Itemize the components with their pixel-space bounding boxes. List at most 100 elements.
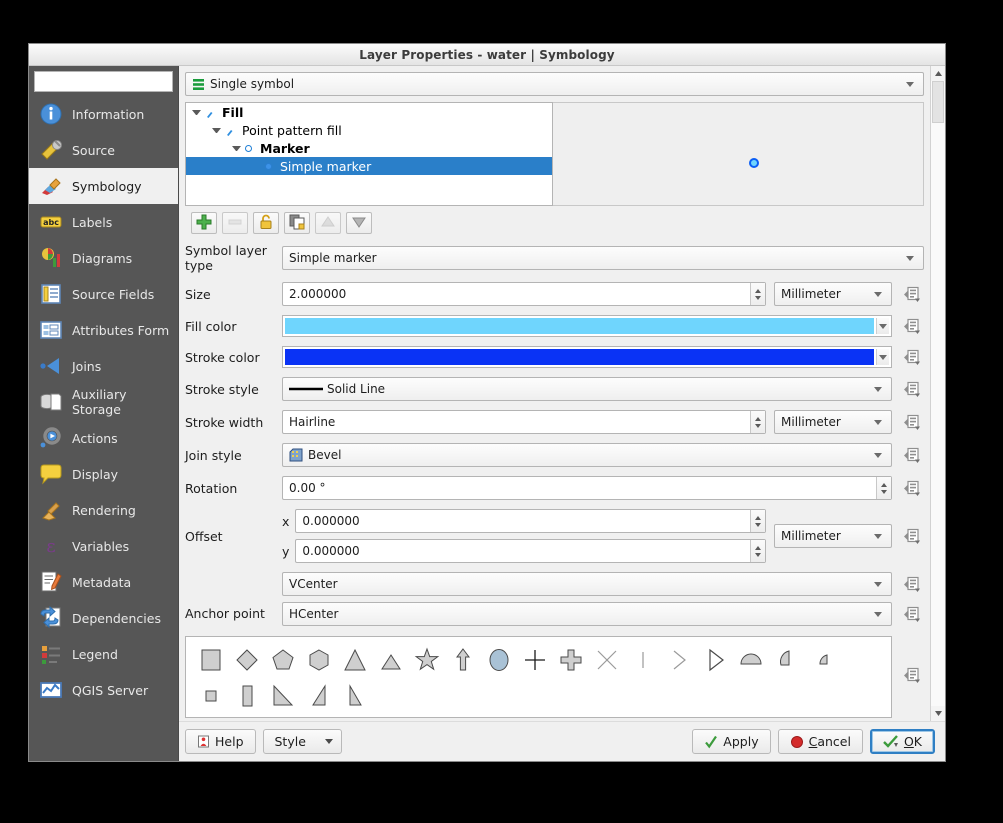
marker-shape-left-half-triangle[interactable] xyxy=(301,679,337,715)
symbol-tree-node[interactable]: Simple marker xyxy=(186,157,552,175)
vertical-scrollbar[interactable] xyxy=(930,66,945,721)
marker-shape-square[interactable] xyxy=(193,643,229,679)
marker-shape-half-square[interactable] xyxy=(733,643,769,679)
cancel-label: Cancel xyxy=(809,734,851,749)
sidebar-item-attributes-form[interactable]: Attributes Form xyxy=(29,312,178,348)
renderer-type-combo[interactable]: Single symbol xyxy=(185,72,924,96)
marker-shape-third-circle[interactable] xyxy=(805,643,841,679)
search-box[interactable] xyxy=(34,71,173,92)
marker-shape-pentagon[interactable] xyxy=(265,643,301,679)
marker-shape-quarter-circle[interactable] xyxy=(769,643,805,679)
offset-y-input[interactable]: 0.000000 xyxy=(295,539,766,563)
symbol-tree-node[interactable]: Point pattern fill xyxy=(186,121,552,139)
marker-shape-palette[interactable] xyxy=(185,636,892,718)
symbol-layer-type-combo[interactable]: Simple marker xyxy=(282,246,924,270)
sidebar-item-source[interactable]: Source xyxy=(29,132,178,168)
sidebar-item-variables[interactable]: εVariables xyxy=(29,528,178,564)
marker-shape-cross-fill[interactable] xyxy=(553,643,589,679)
sidebar-item-qgis-server[interactable]: QGIS Server xyxy=(29,672,178,708)
stroke-width-stepper[interactable] xyxy=(750,411,765,433)
sidebar-item-symbology[interactable]: Symbology xyxy=(29,168,178,204)
stroke-style-override-button[interactable] xyxy=(900,378,924,400)
fill-color-button[interactable] xyxy=(282,315,892,337)
scrollbar-thumb[interactable] xyxy=(932,81,944,123)
marker-shape-triangle[interactable] xyxy=(337,643,373,679)
expand-triangle-icon[interactable] xyxy=(212,128,221,133)
marker-shape-right-triangle[interactable] xyxy=(265,679,301,715)
marker-shape-small-square[interactable] xyxy=(193,679,229,715)
marker-shape-right-half-triangle[interactable] xyxy=(661,643,697,679)
marker-shape-hexagon[interactable] xyxy=(301,643,337,679)
sidebar-item-auxiliary-storage[interactable]: Auxiliary Storage xyxy=(29,384,178,420)
help-button[interactable]: Help xyxy=(185,729,256,754)
offset-override-button[interactable] xyxy=(900,525,924,547)
marker-shape-line[interactable] xyxy=(625,643,661,679)
sidebar-item-display[interactable]: Display xyxy=(29,456,178,492)
sidebar-item-dependencies[interactable]: Dependencies xyxy=(29,600,178,636)
expand-triangle-icon[interactable] xyxy=(192,110,201,115)
marker-shape-right-arrowhead[interactable] xyxy=(697,643,733,679)
size-input[interactable]: 2.000000 xyxy=(282,282,766,306)
marker-shape-cross[interactable] xyxy=(517,643,553,679)
sidebar-item-legend[interactable]: Legend xyxy=(29,636,178,672)
symbol-layer-tree[interactable]: FillPoint pattern fillMarkerSimple marke… xyxy=(185,102,553,206)
anchor-horizontal-combo[interactable]: HCenter xyxy=(282,602,892,626)
sidebar-item-labels[interactable]: abcLabels xyxy=(29,204,178,240)
join-style-override-button[interactable] xyxy=(900,444,924,466)
anchor-vertical-override-button[interactable] xyxy=(900,573,924,595)
stroke-style-combo[interactable]: Solid Line xyxy=(282,377,892,401)
offset-x-stepper[interactable] xyxy=(750,510,765,532)
size-unit-combo[interactable]: Millimeter xyxy=(774,282,892,306)
sidebar-item-rendering[interactable]: Rendering xyxy=(29,492,178,528)
rotation-input[interactable]: 0.00 ° xyxy=(282,476,892,500)
anchor-vertical-combo[interactable]: VCenter xyxy=(282,572,892,596)
sidebar-item-information[interactable]: Information xyxy=(29,96,178,132)
search-input[interactable] xyxy=(43,74,192,89)
size-override-button[interactable] xyxy=(900,283,924,305)
symbol-tree-node[interactable]: Fill xyxy=(186,103,552,121)
move-down-button[interactable] xyxy=(346,212,372,234)
marker-shape-diamond[interactable] xyxy=(229,643,265,679)
offset-unit-combo[interactable]: Millimeter xyxy=(774,524,892,548)
sidebar-item-source-fields[interactable]: Source Fields xyxy=(29,276,178,312)
scroll-up-button[interactable] xyxy=(931,66,945,81)
size-stepper[interactable] xyxy=(750,283,765,305)
shape-override-button[interactable] xyxy=(900,664,924,686)
stroke-width-input[interactable]: Hairline xyxy=(282,410,766,434)
marker-shape-slim-triangle[interactable] xyxy=(337,679,373,715)
marker-shape-equilateral-triangle[interactable] xyxy=(373,643,409,679)
lock-layer-colors-button[interactable] xyxy=(253,212,279,234)
stroke-color-override-button[interactable] xyxy=(900,346,924,368)
marker-shape-circle[interactable] xyxy=(481,643,517,679)
rotation-stepper[interactable] xyxy=(876,477,891,499)
rotation-override-button[interactable] xyxy=(900,477,924,499)
cancel-button[interactable]: Cancel xyxy=(778,729,863,754)
ok-button[interactable]: OK xyxy=(870,729,935,754)
fill-color-dropdown[interactable] xyxy=(876,318,889,334)
scroll-down-button[interactable] xyxy=(931,706,945,721)
add-symbol-layer-button[interactable] xyxy=(191,212,217,234)
sidebar-item-diagrams[interactable]: Diagrams xyxy=(29,240,178,276)
fill-color-override-button[interactable] xyxy=(900,315,924,337)
duplicate-symbol-layer-button[interactable] xyxy=(284,212,310,234)
marker-shape-cross2[interactable] xyxy=(589,643,625,679)
style-button[interactable]: Style xyxy=(263,729,342,754)
anchor-horizontal-override-button[interactable] xyxy=(900,603,924,625)
offset-y-stepper[interactable] xyxy=(750,540,765,562)
scrollbar-track[interactable] xyxy=(931,81,945,706)
marker-shape-star[interactable] xyxy=(409,643,445,679)
sidebar-item-metadata[interactable]: Metadata xyxy=(29,564,178,600)
expand-triangle-icon[interactable] xyxy=(232,146,241,151)
marker-shape-arrow[interactable] xyxy=(445,643,481,679)
symbol-tree-node[interactable]: Marker xyxy=(186,139,552,157)
stroke-color-button[interactable] xyxy=(282,346,892,368)
sidebar-item-actions[interactable]: Actions xyxy=(29,420,178,456)
stroke-width-unit-combo[interactable]: Millimeter xyxy=(774,410,892,434)
sidebar-item-joins[interactable]: Joins xyxy=(29,348,178,384)
stroke-color-dropdown[interactable] xyxy=(876,349,889,365)
stroke-width-override-button[interactable] xyxy=(900,411,924,433)
marker-shape-rectangle[interactable] xyxy=(229,679,265,715)
apply-button[interactable]: Apply xyxy=(692,729,770,754)
join-style-combo[interactable]: Bevel xyxy=(282,443,892,467)
offset-x-input[interactable]: 0.000000 xyxy=(295,509,766,533)
